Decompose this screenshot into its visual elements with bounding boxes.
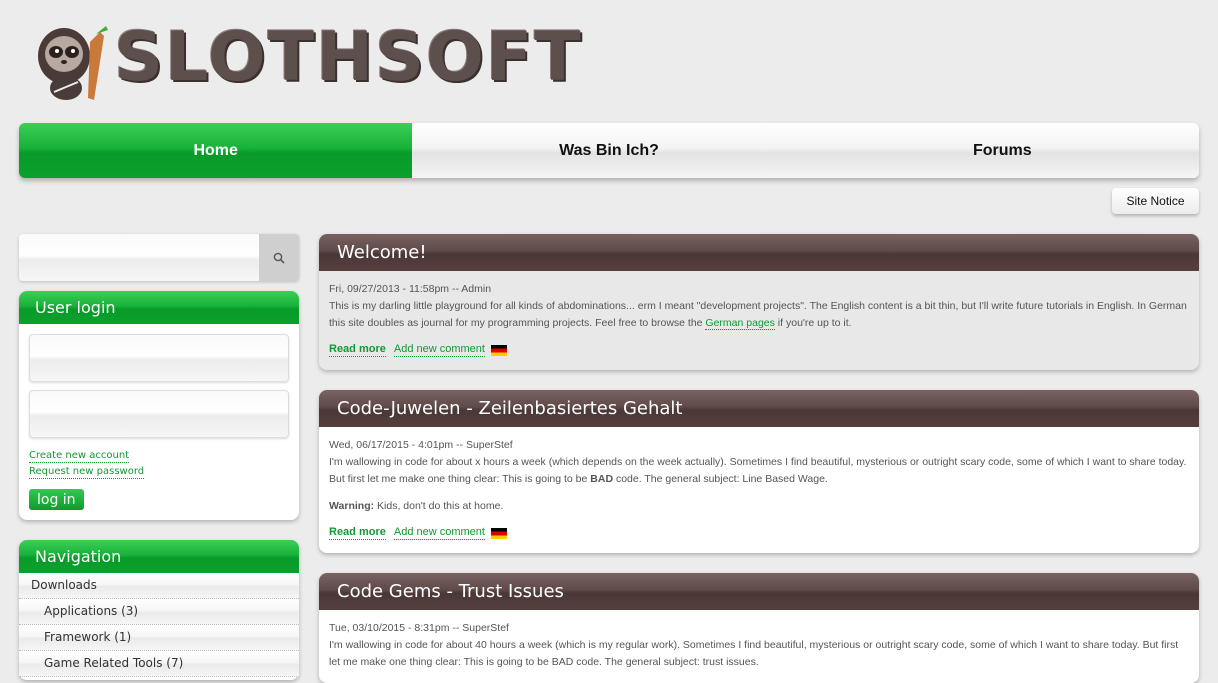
read-more-link[interactable]: Read more [329,526,386,540]
tab-forums[interactable]: Forums [805,123,1199,178]
article-title[interactable]: Code Gems - Trust Issues [319,573,1199,610]
article-links: Read more Add new comment [329,341,1189,359]
nav-item-applications[interactable]: Applications (3) [19,599,299,625]
article-meta: Fri, 09/27/2013 - 11:58pm -- Admin [329,283,492,295]
search-button[interactable] [259,234,299,281]
nav-item-framework[interactable]: Framework (1) [19,625,299,651]
search-form [19,234,299,281]
create-account-link[interactable]: Create new account [29,450,130,463]
nav-item-game-related-tools[interactable]: Game Related Tools (7) [19,651,299,677]
user-login-title: User login [19,291,299,324]
navigation-block: Navigation Downloads Applications (3) Fr… [19,540,299,680]
login-button[interactable]: log in [29,489,84,510]
article-code-juwelen: Code-Juwelen - Zeilenbasiertes Gehalt We… [319,390,1199,553]
german-flag-icon [490,527,507,539]
navigation-title: Navigation [19,540,299,573]
article-title[interactable]: Welcome! [319,234,1199,271]
search-icon [273,252,285,264]
logo-text: SLOTHSOFT [114,18,583,97]
username-field[interactable] [29,334,289,382]
article-meta: Tue, 03/10/2015 - 8:31pm -- SuperStef [329,622,509,634]
site-logo[interactable]: SLOTHSOFT [34,12,581,104]
article-body: This is my darling little playground for… [329,300,1187,330]
main-navigation: Home Was Bin Ich? Forums [19,123,1199,178]
nav-item-downloads[interactable]: Downloads [19,573,299,599]
article-body: I'm wallowing in code for about x hours … [329,456,1187,485]
german-flag-icon [490,344,507,356]
article-warning: Warning: Kids, don't do this at home. [329,500,504,512]
article-title[interactable]: Code-Juwelen - Zeilenbasiertes Gehalt [319,390,1199,427]
request-password-link[interactable]: Request new password [29,466,145,479]
article-meta: Wed, 06/17/2015 - 4:01pm -- SuperStef [329,439,513,451]
read-more-link[interactable]: Read more [329,343,386,357]
password-field[interactable] [29,390,289,438]
tab-was-bin-ich[interactable]: Was Bin Ich? [412,123,806,178]
article-body: I'm wallowing in code for about 40 hours… [329,639,1179,668]
add-comment-link[interactable]: Add new comment [393,343,485,357]
site-notice-link[interactable]: Site Notice [1112,188,1199,214]
sloth-mascot-icon [38,26,108,100]
tab-home[interactable]: Home [19,123,413,178]
search-input[interactable] [19,234,259,281]
article-welcome: Welcome! Fri, 09/27/2013 - 11:58pm -- Ad… [319,234,1199,370]
article-code-gems: Code Gems - Trust Issues Tue, 03/10/2015… [319,573,1199,683]
add-comment-link[interactable]: Add new comment [393,526,485,540]
user-login-block: User login Create new account Request ne… [19,291,299,520]
article-links: Read more Add new comment [329,524,1189,542]
german-pages-link[interactable]: German pages [705,317,775,330]
